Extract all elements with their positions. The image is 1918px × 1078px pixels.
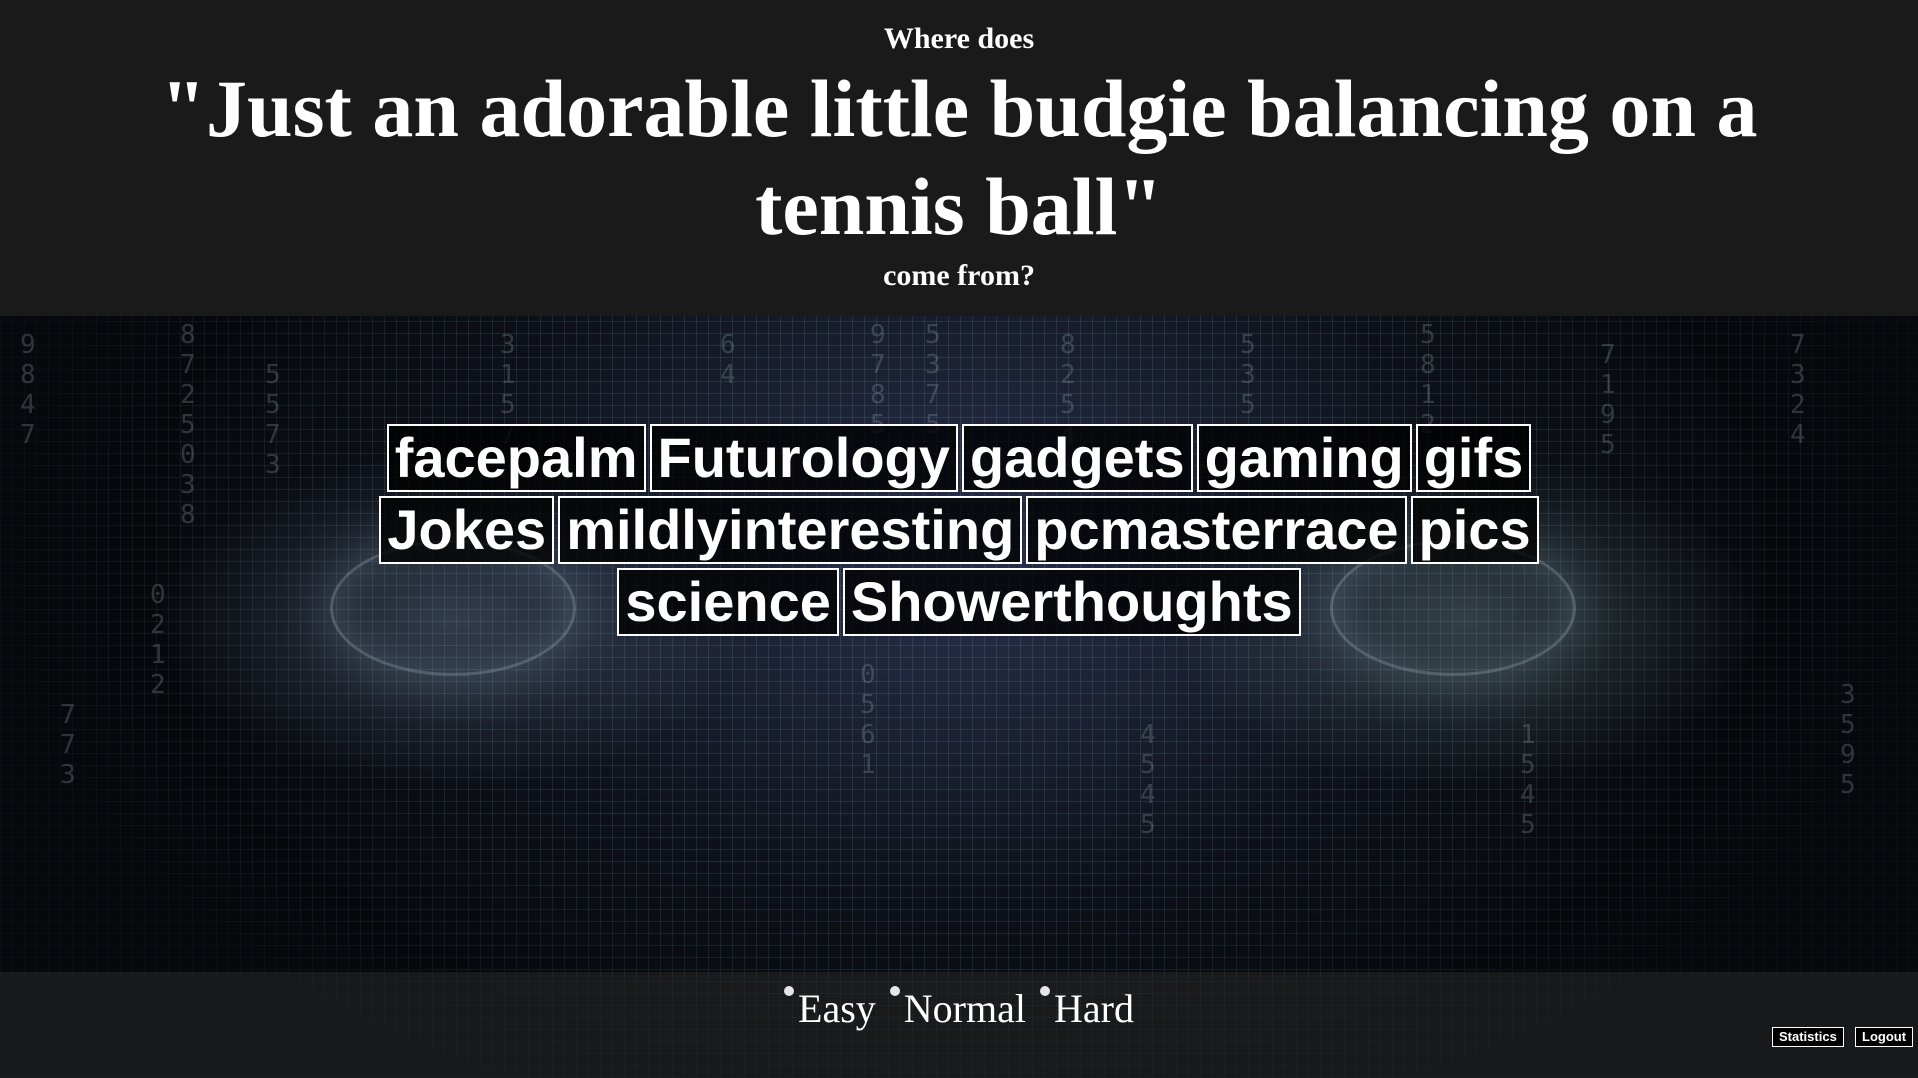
digit-rain: 8725038: [180, 320, 196, 530]
subreddit-choices: facepalm Futurology gadgets gaming gifs Joke…: [340, 422, 1578, 638]
difficulty-label-hard: Hard: [1053, 986, 1134, 1031]
post-title: "Just an adorable little budgie balancin…: [160, 63, 1758, 252]
subreddit-button-pics[interactable]: pics: [1410, 496, 1539, 564]
difficulty-label-normal: Normal: [903, 986, 1026, 1031]
digit-rain: 535: [1240, 330, 1256, 420]
digit-rain: 9847: [20, 330, 36, 450]
question-suffix: come from?: [883, 259, 1035, 292]
digit-rain: 4545: [1140, 720, 1156, 840]
digit-rain: 3595: [1840, 680, 1856, 800]
digit-rain: 7195: [1600, 340, 1616, 460]
question-prefix: Where does: [883, 22, 1035, 55]
digit-rain: 773: [60, 700, 76, 790]
digit-rain: 0561: [860, 660, 876, 780]
digit-rain: 0212: [150, 580, 166, 700]
radio-button-icon[interactable]: [889, 986, 900, 996]
radio-button-icon[interactable]: [784, 986, 795, 996]
digit-rain: 64: [720, 330, 736, 390]
statistics-button[interactable]: Statistics: [1772, 1027, 1844, 1047]
radio-button-icon[interactable]: [1039, 986, 1050, 996]
subreddit-button-showerthoughts[interactable]: Showerthoughts: [842, 568, 1301, 636]
difficulty-bar: Easy Normal Hard: [0, 972, 1918, 1078]
subreddit-button-gifs[interactable]: gifs: [1415, 424, 1532, 492]
subreddit-button-gadgets[interactable]: gadgets: [961, 424, 1193, 492]
subreddit-button-pcmasterrace[interactable]: pcmasterrace: [1026, 496, 1407, 564]
difficulty-option-normal[interactable]: Normal: [889, 980, 1026, 1038]
difficulty-label-easy: Easy: [798, 986, 876, 1031]
difficulty-option-hard[interactable]: Hard: [1039, 980, 1134, 1038]
subreddit-button-futurology[interactable]: Futurology: [649, 424, 958, 492]
logout-button[interactable]: Logout: [1855, 1027, 1914, 1047]
subreddit-button-gaming[interactable]: gaming: [1196, 424, 1412, 492]
digit-rain: 7324: [1790, 330, 1806, 450]
difficulty-option-easy[interactable]: Easy: [784, 980, 876, 1038]
digit-rain: 5573: [265, 360, 281, 480]
subreddit-button-mildlyinteresting[interactable]: mildlyinteresting: [558, 496, 1023, 564]
subreddit-button-facepalm[interactable]: facepalm: [386, 424, 646, 492]
digit-rain: 1545: [1520, 720, 1536, 840]
question-header: Where does "Just an adorable little budg…: [0, 0, 1918, 316]
subreddit-button-science[interactable]: science: [617, 568, 839, 636]
difficulty-selector: Easy Normal Hard: [0, 980, 1918, 1038]
subreddit-button-jokes[interactable]: Jokes: [379, 496, 555, 564]
